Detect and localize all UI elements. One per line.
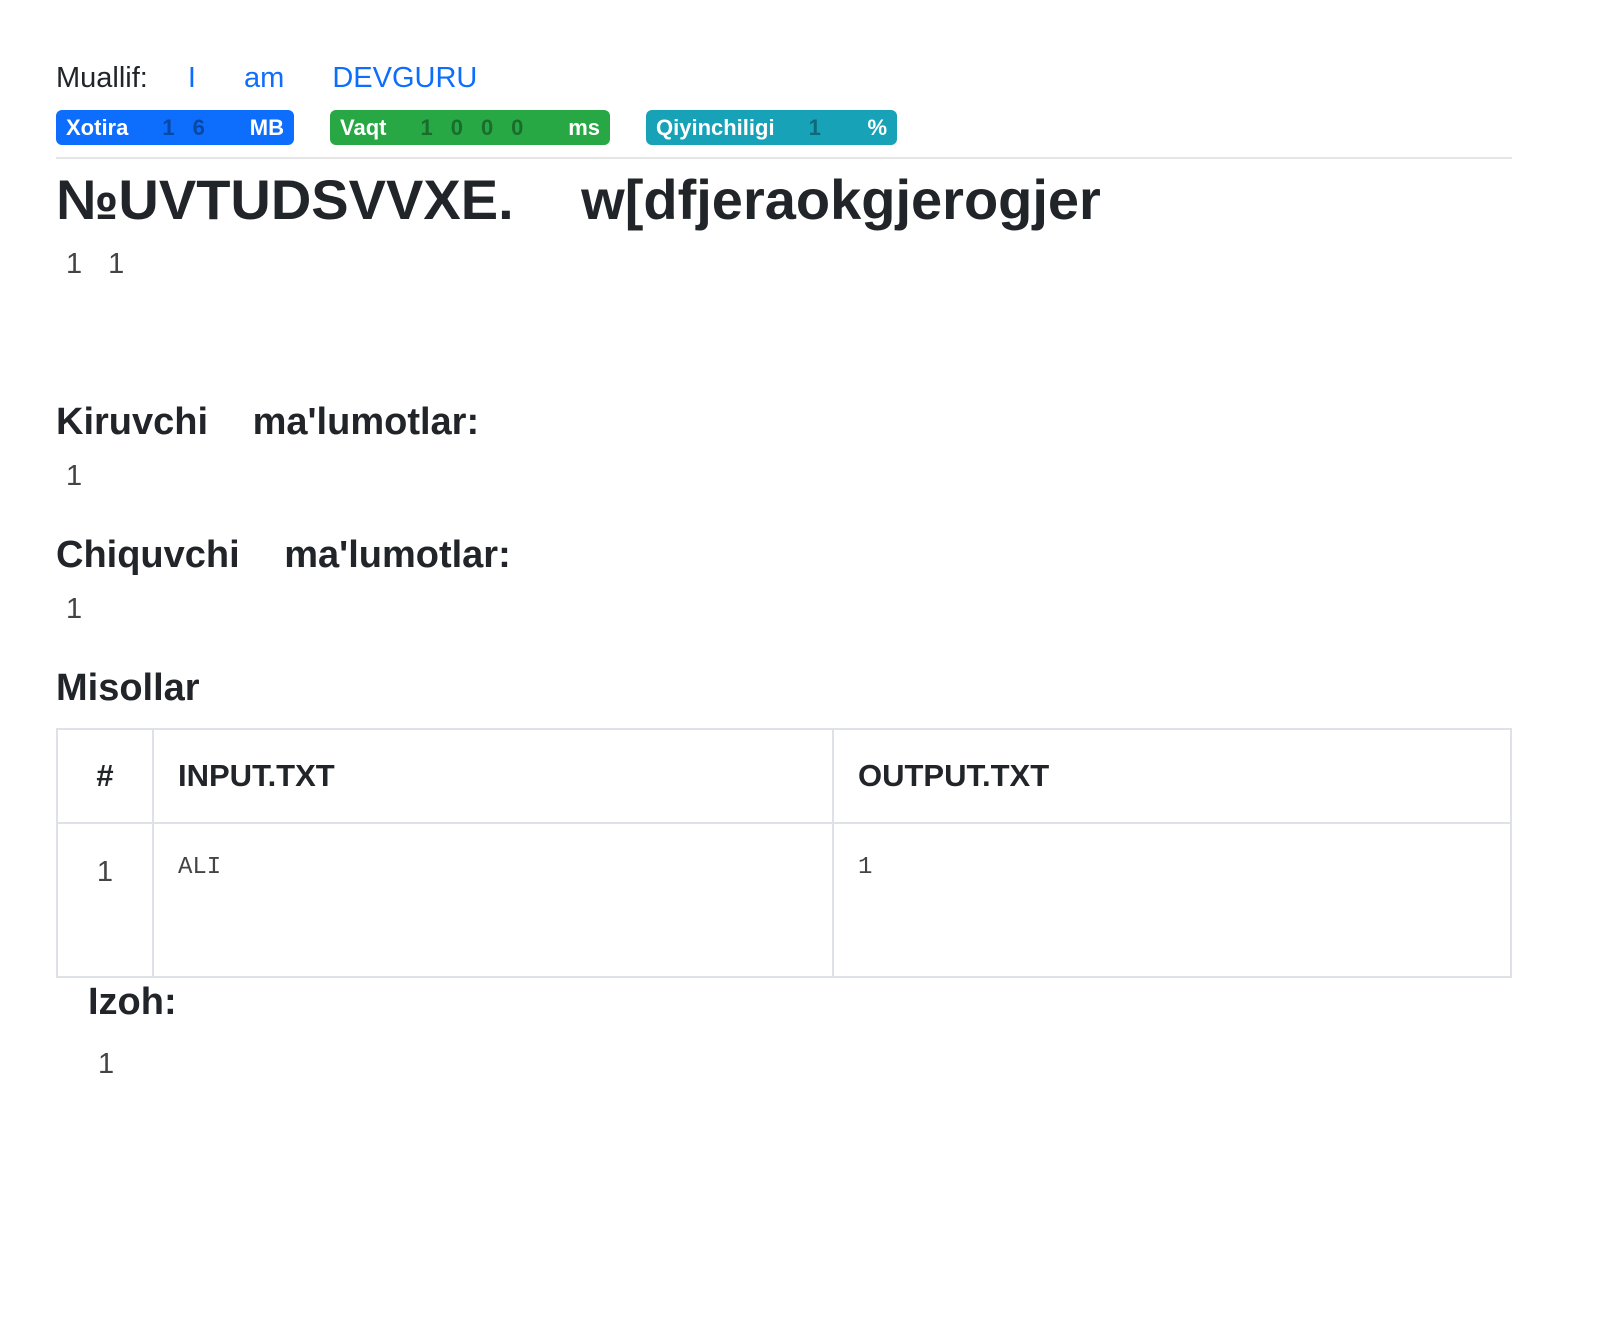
author-row: Muallif: I am DEVGURU bbox=[56, 58, 477, 98]
difficulty-badge-value: 1 bbox=[808, 115, 839, 140]
column-header-input: INPUT.TXT bbox=[152, 728, 834, 824]
time-badge-value: 1000 bbox=[420, 115, 542, 140]
difficulty-badge-label: Qiyinchiligi bbox=[656, 115, 775, 140]
example-output: 1 bbox=[832, 822, 1512, 978]
difficulty-badge-unit: % bbox=[867, 115, 887, 140]
input-heading: Kiruvchi ma'lumotlar: bbox=[56, 401, 480, 443]
memory-badge-unit: MB bbox=[249, 115, 284, 140]
problem-statement: 1 1 bbox=[66, 248, 125, 280]
memory-limit-badge: Xotira 16 MB bbox=[56, 110, 294, 145]
memory-badge-label: Xotira bbox=[66, 115, 129, 140]
column-header-output: OUTPUT.TXT bbox=[832, 728, 1512, 824]
input-description: 1 bbox=[66, 460, 83, 492]
problem-title: №UVTUDSVVXE. w[dfjeraokgjerogjer bbox=[56, 168, 1101, 231]
output-heading: Chiquvchi ma'lumotlar: bbox=[56, 534, 511, 576]
limits-badges: Xotira 16 MB Vaqt 1000 ms Qiyinchiligi 1% bbox=[56, 110, 897, 145]
note-heading: Izoh: bbox=[88, 981, 177, 1023]
note-text: 1 bbox=[98, 1048, 115, 1080]
memory-badge-value: 16 bbox=[162, 115, 223, 140]
time-limit-badge: Vaqt 1000 ms bbox=[330, 110, 610, 145]
example-number: 1 bbox=[56, 822, 154, 978]
author-label: Muallif: bbox=[56, 62, 148, 94]
output-description: 1 bbox=[66, 593, 83, 625]
difficulty-badge: Qiyinchiligi 1% bbox=[646, 110, 897, 145]
table-header-row: # INPUT.TXT OUTPUT.TXT bbox=[56, 728, 1512, 824]
time-badge-unit: ms bbox=[568, 115, 600, 140]
table-row: 1 ALI 1 bbox=[56, 822, 1512, 978]
examples-table: # INPUT.TXT OUTPUT.TXT 1 ALI 1 bbox=[56, 728, 1512, 978]
examples-heading: Misollar bbox=[56, 667, 200, 709]
column-header-number: # bbox=[56, 728, 154, 824]
header-divider bbox=[56, 157, 1512, 159]
author-link[interactable]: I am DEVGURU bbox=[188, 62, 477, 94]
example-input: ALI bbox=[152, 822, 834, 978]
time-badge-label: Vaqt bbox=[340, 115, 387, 140]
